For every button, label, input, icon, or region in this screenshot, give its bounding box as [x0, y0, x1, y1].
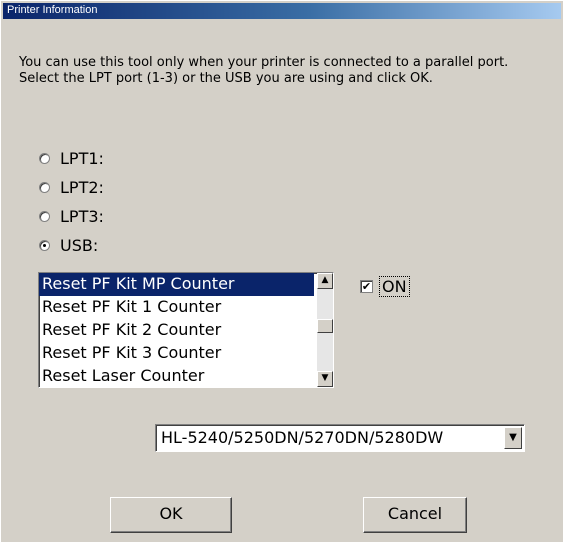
radio-usb-indicator[interactable] [39, 239, 50, 251]
scroll-down-arrow-icon[interactable]: ▼ [317, 371, 333, 387]
ok-button[interactable]: OK [110, 497, 232, 533]
radio-lpt3[interactable]: LPT3: [39, 205, 104, 227]
check-icon[interactable]: ✔ [360, 280, 373, 293]
radio-lpt1-indicator[interactable] [39, 152, 50, 164]
list-item[interactable]: Reset PF Kit 2 Counter [39, 319, 314, 342]
scrollbar-thumb[interactable] [317, 319, 333, 333]
instruction-line-1: You can use this tool only when your pri… [19, 55, 509, 70]
radio-lpt1-label: LPT1: [60, 148, 104, 168]
radio-lpt2-indicator[interactable] [39, 181, 50, 193]
radio-usb-label: USB: [60, 235, 99, 255]
list-item[interactable]: Reset PF Kit 1 Counter [39, 296, 314, 319]
on-checkbox[interactable]: ✔ ON [360, 276, 410, 297]
list-item[interactable]: Reset PF Kit 3 Counter [39, 342, 314, 365]
radio-lpt2-label: LPT2: [60, 177, 104, 197]
radio-lpt3-label: LPT3: [60, 206, 104, 226]
cancel-button[interactable]: Cancel [363, 497, 467, 533]
list-item[interactable]: Reset PF Kit MP Counter [39, 273, 314, 296]
radio-lpt2[interactable]: LPT2: [39, 176, 104, 198]
on-checkbox-label: ON [379, 276, 410, 297]
chevron-down-icon[interactable]: ▼ [504, 427, 522, 449]
counter-reset-listbox[interactable]: Reset PF Kit MP Counter Reset PF Kit 1 C… [38, 272, 334, 388]
list-item[interactable]: Reset Laser Counter [39, 365, 314, 387]
scroll-up-arrow-icon[interactable]: ▲ [317, 273, 333, 289]
instructions-text: You can use this tool only when your pri… [19, 55, 508, 87]
instruction-line-2: Select the LPT port (1-3) or the USB you… [19, 71, 433, 86]
printer-information-dialog: Printer Information You can use this too… [0, 0, 564, 543]
title-bar[interactable]: Printer Information [3, 3, 561, 19]
printer-model-value: HL-5240/5250DN/5270DN/5280DW [161, 428, 444, 447]
window-title: Printer Information [7, 4, 98, 16]
radio-usb[interactable]: USB: [39, 234, 98, 256]
radio-lpt3-indicator[interactable] [39, 210, 50, 222]
radio-lpt1[interactable]: LPT1: [39, 147, 104, 169]
listbox-scrollbar[interactable]: ▲ ▼ [317, 273, 333, 387]
printer-model-select[interactable]: HL-5240/5250DN/5270DN/5280DW ▼ [155, 424, 525, 452]
